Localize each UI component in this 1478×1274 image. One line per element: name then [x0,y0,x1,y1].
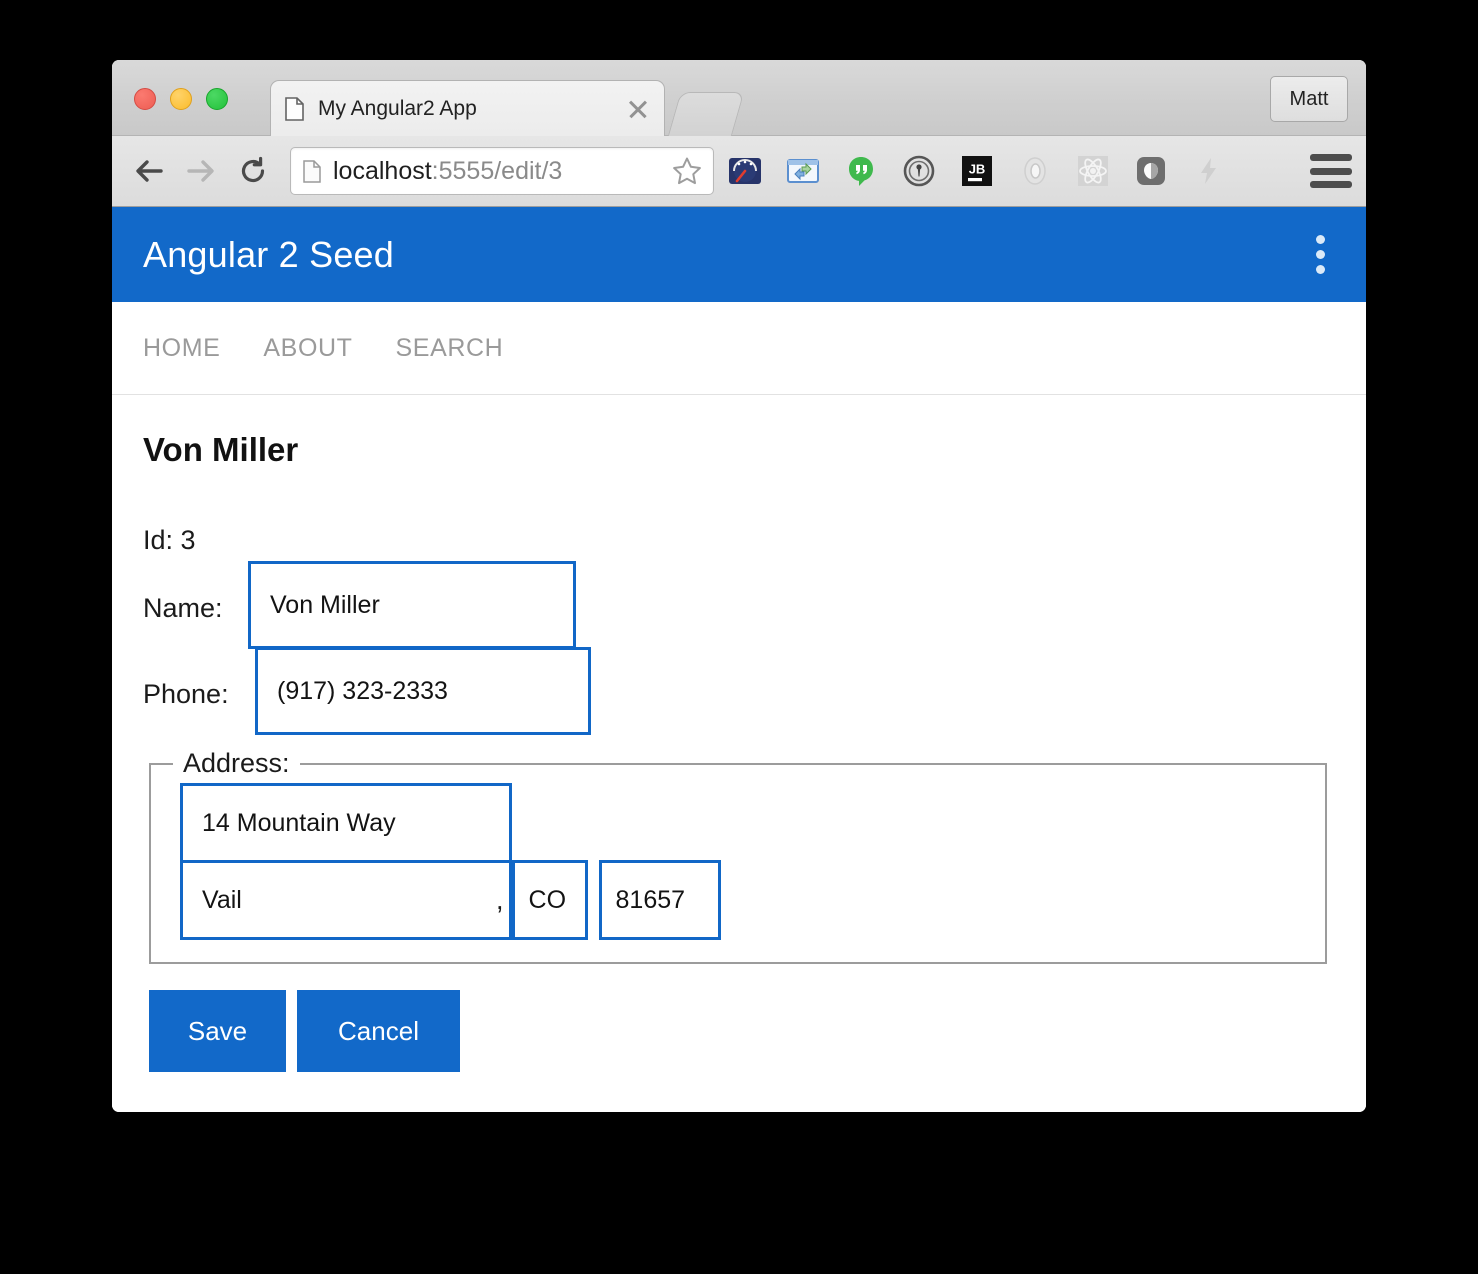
address-legend: Address: [183,748,290,778]
document-icon [285,96,304,121]
app-bar: Angular 2 Seed [112,207,1366,302]
name-label: Name: [143,592,223,623]
url-path: :5555/edit/3 [431,156,563,185]
edit-form: Von Miller Id: 3 Name: Phone: Address: [112,395,1366,1072]
nav-tab-search[interactable]: SEARCH [396,324,524,373]
forward-arrow-icon [178,148,224,194]
minimize-window-button[interactable] [170,88,192,110]
nav-tabs: HOME ABOUT SEARCH [112,302,1366,395]
maximize-window-button[interactable] [206,88,228,110]
page-title: Angular 2 Seed [143,233,394,275]
hamburger-menu-icon[interactable] [1310,154,1352,188]
ring-icon[interactable] [1016,152,1054,190]
shield-blob-icon[interactable] [1132,152,1170,190]
reload-icon[interactable] [230,148,276,194]
phone-label: Phone: [143,678,229,709]
screen: My Angular2 App Matt localhost:5555/edit… [0,0,1478,1274]
svg-text:JB: JB [969,162,986,177]
react-devtools-icon[interactable] [1074,152,1112,190]
new-tab-icon[interactable] [667,92,745,137]
window-controls [134,88,228,110]
pagespeed-icon[interactable] [726,152,764,190]
state-input[interactable] [511,860,588,940]
browser-window: My Angular2 App Matt localhost:5555/edit… [112,60,1366,1112]
window-proxy-icon[interactable] [784,152,822,190]
nav-tab-about[interactable]: ABOUT [263,324,372,373]
record-heading: Von Miller [143,431,299,468]
city-input[interactable] [180,860,512,940]
browser-tab[interactable]: My Angular2 App [270,80,665,136]
zip-input[interactable] [598,860,721,940]
url-host: localhost [333,156,432,185]
comma-separator: , [496,884,504,915]
profile-button[interactable]: Matt [1270,76,1348,122]
profile-label: Matt [1289,87,1329,110]
document-icon [303,159,321,183]
lightning-icon[interactable] [1190,152,1228,190]
cancel-button[interactable]: Cancel [297,990,460,1072]
back-arrow-icon[interactable] [126,148,172,194]
name-input[interactable] [248,561,576,649]
id-label: Id: 3 [143,524,196,555]
web-page: Angular 2 Seed HOME ABOUT SEARCH Von Mil… [112,207,1366,1112]
onepassword-icon[interactable] [900,152,938,190]
close-icon[interactable] [626,97,650,121]
address-bar[interactable]: localhost:5555/edit/3 [290,147,714,195]
hangouts-icon[interactable] [842,152,880,190]
browser-toolbar: localhost:5555/edit/3 JB [112,136,1366,207]
kebab-menu-icon[interactable] [1300,232,1340,278]
star-icon[interactable] [671,155,703,187]
name-row: Name: [143,561,1335,651]
address-fieldset: Address: , [149,748,1327,964]
jetbrains-icon[interactable]: JB [958,152,996,190]
phone-input[interactable] [255,647,591,735]
extension-icons: JB [726,152,1302,190]
save-button[interactable]: Save [149,990,286,1072]
phone-row: Phone: [143,647,1335,737]
tab-strip: My Angular2 App Matt [112,60,1366,137]
url-text: localhost:5555/edit/3 [333,157,665,186]
form-actions: Save Cancel [149,990,1335,1072]
nav-tab-home[interactable]: HOME [143,324,240,373]
address-inner: , [151,779,1325,940]
tab-title: My Angular2 App [318,96,477,120]
street-input[interactable] [180,783,512,863]
close-window-button[interactable] [134,88,156,110]
city-state-zip-row: , [180,860,1325,940]
id-row: Id: 3 [143,517,1335,563]
